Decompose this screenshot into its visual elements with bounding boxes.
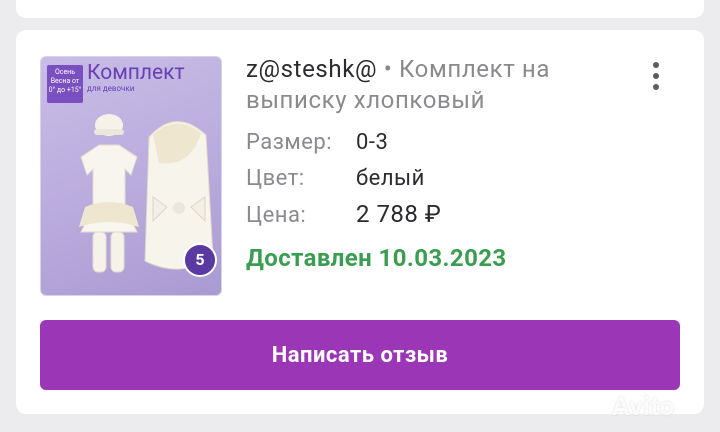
set-count-badge: 5 (183, 243, 217, 277)
order-card: Осень Весна от 0° до +15° Комплект для д… (16, 30, 704, 414)
size-label: Размер: (246, 130, 333, 155)
color-value: белый (356, 166, 425, 191)
previous-order-card (16, 0, 704, 18)
product-thumbnail[interactable]: Осень Весна от 0° до +15° Комплект для д… (40, 56, 222, 296)
detail-color: Цвет: белый (246, 166, 425, 192)
order-title[interactable]: z@steshk@ • Комплект на выписку хлопковы… (246, 54, 606, 116)
avito-watermark: Avito (612, 392, 675, 422)
detail-price: Цена: 2 788 ₽ (246, 201, 441, 229)
title-separator: • (377, 55, 399, 83)
detail-size: Размер: 0-3 (246, 130, 388, 156)
delivery-status: Доставлен 10.03.2023 (246, 244, 507, 272)
size-value: 0-3 (356, 130, 389, 155)
price-value: 2 788 ₽ (356, 200, 442, 228)
seller-name: z@steshk@ (246, 55, 378, 83)
write-review-button[interactable]: Написать отзыв (40, 320, 680, 390)
color-label: Цвет: (246, 166, 305, 191)
more-options-icon[interactable] (650, 62, 662, 98)
price-label: Цена: (246, 203, 307, 228)
